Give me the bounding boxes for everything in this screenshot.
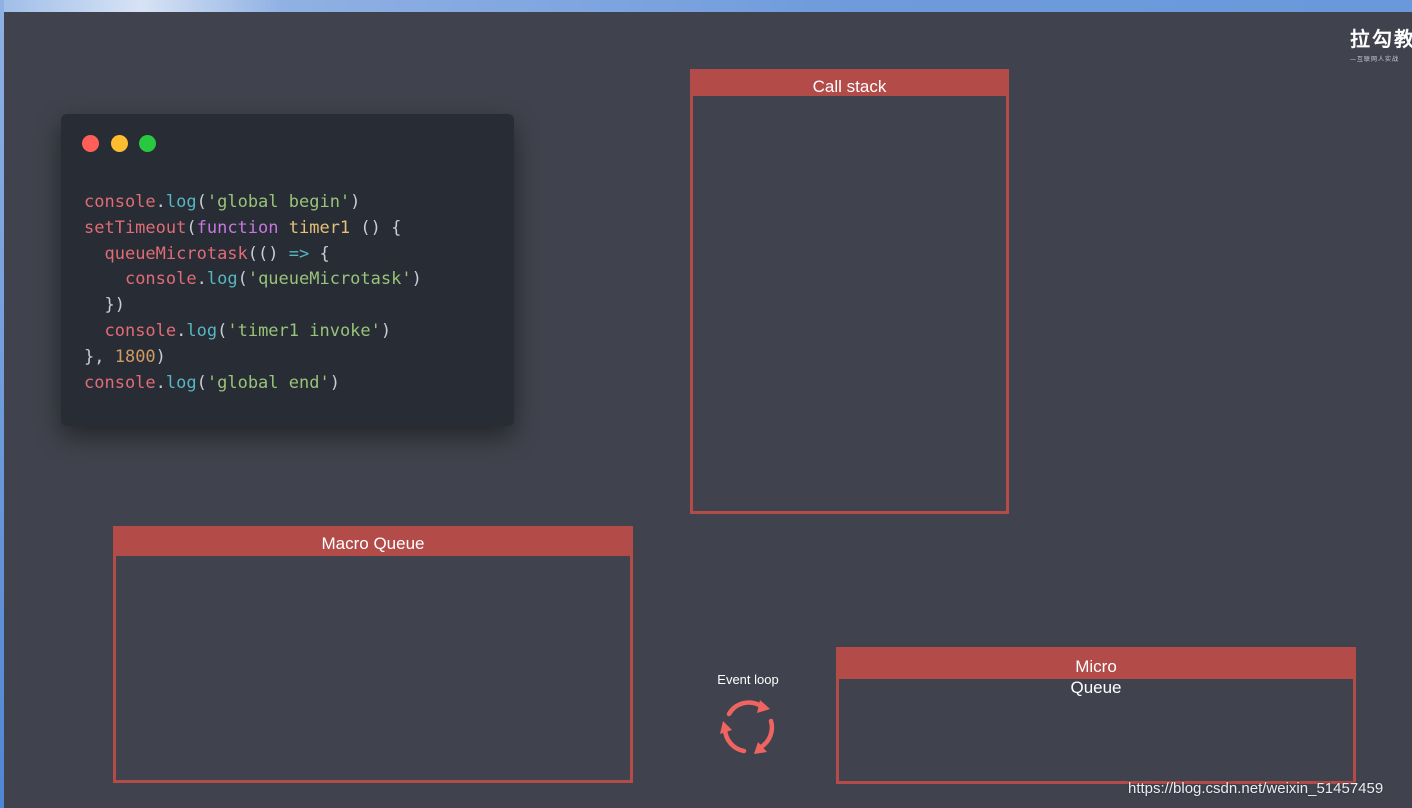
code-token: ( <box>196 372 207 393</box>
code-token: }) <box>84 295 125 316</box>
code-token: ) <box>350 192 361 212</box>
code-token: => <box>288 243 310 264</box>
micro-queue-title-line2: Queue <box>1070 678 1122 697</box>
code-token: ( <box>186 217 197 238</box>
code-token: () { <box>350 217 402 238</box>
brand-logo-subtitle: —互联网人实战 <box>1350 56 1400 63</box>
macro-queue-panel: Macro Queue <box>113 526 633 783</box>
code-token: console <box>124 269 197 290</box>
code-token: 'global end' <box>206 372 330 393</box>
code-line: queueMicrotask(() => { <box>84 242 422 268</box>
maximize-dot-icon <box>139 135 156 152</box>
code-line: console.log('global begin') <box>84 190 422 216</box>
code-token: console <box>104 320 177 341</box>
code-token: log <box>206 269 238 290</box>
code-token: ( <box>196 192 207 212</box>
code-token: . <box>196 269 207 290</box>
micro-queue-title: Micro <box>839 650 1353 679</box>
code-token: { <box>309 243 330 264</box>
code-token: console <box>84 372 156 393</box>
code-token: . <box>155 372 166 393</box>
macro-queue-title: Macro Queue <box>116 529 630 556</box>
code-line: }) <box>84 293 422 319</box>
csdn-watermark: https://blog.csdn.net/weixin_51457459 <box>1128 780 1384 797</box>
code-token: }, <box>84 346 115 367</box>
code-token: 1800 <box>114 346 156 367</box>
code-token: ) <box>380 320 392 341</box>
brand-logo-title: 拉勾教 <box>1350 27 1412 51</box>
call-stack-title: Call stack <box>693 72 1006 96</box>
code-token: 'timer1 invoke' <box>227 320 381 341</box>
code-token: ( <box>237 269 248 290</box>
event-loop-label: Event loop <box>717 672 779 687</box>
code-line: setTimeout(function timer1 () { <box>84 216 422 242</box>
refresh-cycle-icon <box>720 700 775 754</box>
code-token: log <box>165 372 197 393</box>
micro-queue-panel: Micro Queue <box>836 647 1356 784</box>
close-dot-icon <box>82 135 99 152</box>
code-line: console.log('global end') <box>84 371 422 397</box>
code-token: ) <box>155 346 166 367</box>
code-token: ( <box>217 320 228 341</box>
code-token: 'global begin' <box>206 192 351 212</box>
code-token: log <box>165 192 197 212</box>
window-top-strip <box>0 0 1412 12</box>
code-token: ) <box>411 269 422 290</box>
minimize-dot-icon <box>111 135 128 152</box>
code-token: ) <box>329 372 340 393</box>
code-token: . <box>176 320 187 341</box>
code-token: (() <box>247 243 289 264</box>
code-token: queueMicrotask <box>104 243 248 264</box>
code-line: }, 1800) <box>84 345 422 371</box>
call-stack-panel: Call stack <box>690 69 1009 514</box>
code-token: log <box>186 320 218 341</box>
code-token: . <box>155 192 166 212</box>
code-window: console.log('global begin') setTimeout(fu… <box>61 114 514 426</box>
code-token: 'queueMicrotask' <box>247 269 412 290</box>
code-token: setTimeout <box>84 217 187 238</box>
code-block: console.log('global begin') setTimeout(fu… <box>84 190 422 396</box>
code-line: console.log('queueMicrotask') <box>84 267 422 293</box>
code-line: console.log('timer1 invoke') <box>84 319 422 345</box>
code-token: timer1 <box>288 217 351 238</box>
brand-logo: 拉勾教 —互联网人实战 <box>1350 26 1412 66</box>
code-token: function <box>196 217 279 238</box>
code-token: console <box>84 192 156 212</box>
